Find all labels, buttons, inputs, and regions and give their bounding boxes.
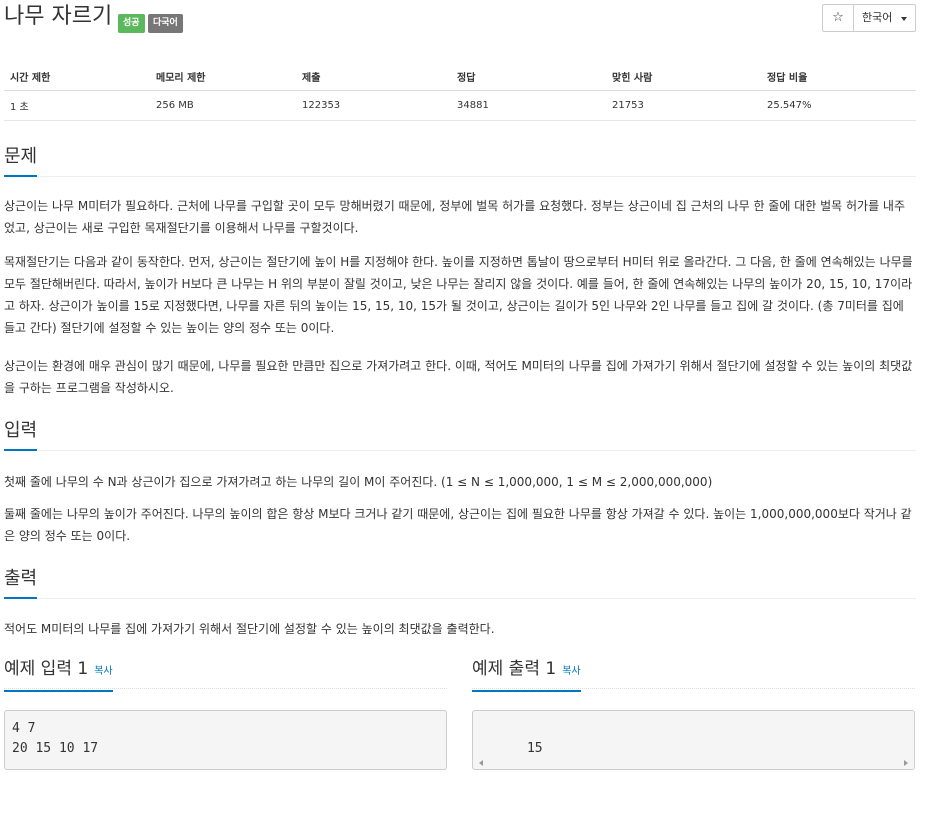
favorite-button[interactable]: ☆ [822, 4, 854, 32]
star-icon: ☆ [832, 10, 844, 25]
sample-output-panel: 예제 출력 1 복사 15 [472, 650, 915, 770]
info-header-row: 시간 제한 메모리 제한 제출 정답 맞힌 사람 정답 비율 [4, 62, 916, 91]
sample-input-code[interactable]: 4 7 20 15 10 17 [4, 710, 447, 770]
scroll-right-icon[interactable] [904, 760, 908, 766]
problem-info-table: 시간 제한 메모리 제한 제출 정답 맞힌 사람 정답 비율 1 초 256 M… [4, 62, 916, 121]
info-header: 시간 제한 [4, 62, 150, 91]
caret-down-icon [901, 17, 907, 21]
sample-title-text: 예제 입력 1 [4, 659, 89, 679]
output-paragraph: 적어도 M미터의 나무를 집에 가져가기 위해서 절단기에 설정할 수 있는 높… [4, 622, 495, 636]
section-header: 출력 [4, 564, 916, 599]
multilang-badge[interactable]: 다국어 [148, 14, 183, 33]
info-value-row: 1 초 256 MB 122353 34881 21753 25.547% [4, 90, 916, 121]
language-select[interactable]: 한국어 [854, 4, 916, 32]
info-header: 맞힌 사람 [606, 62, 761, 91]
info-header: 메모리 제한 [150, 62, 296, 91]
info-header: 정답 [451, 62, 606, 91]
copy-button[interactable]: 복사 [94, 666, 112, 677]
info-value-link[interactable]: 122353 [296, 90, 451, 121]
sample-title: 예제 입력 1 복사 [4, 656, 113, 692]
page-title: 나무 자르기 [4, 4, 113, 29]
input-paragraph: 첫째 줄에 나무의 수 N과 상근이가 집으로 가져가려고 하는 나무의 길이 … [4, 475, 713, 489]
sample-header: 예제 출력 1 복사 [472, 650, 915, 692]
info-header: 정답 비율 [761, 62, 916, 91]
info-value-link[interactable]: 21753 [606, 90, 761, 121]
sample-title: 예제 출력 1 복사 [472, 656, 581, 692]
section-title: 입력 [4, 416, 38, 451]
copy-button[interactable]: 복사 [562, 666, 580, 677]
info-value: 1 초 [4, 90, 150, 121]
info-value: 256 MB [150, 90, 296, 121]
sample-header: 예제 입력 1 복사 [4, 650, 447, 692]
input-section: 입력 [4, 416, 916, 451]
info-header: 제출 [296, 62, 451, 91]
problem-paragraph: 목재절단기는 다음과 같이 동작한다. 먼저, 상근이는 절단기에 높이 H를 … [4, 255, 913, 335]
sample-output-code[interactable]: 15 [472, 710, 915, 770]
section-title: 출력 [4, 564, 38, 599]
language-label: 한국어 [862, 11, 893, 24]
sample-output-text: 15 [526, 741, 543, 756]
scroll-left-icon[interactable] [479, 760, 483, 766]
horizontal-scrollbar[interactable] [473, 757, 914, 769]
section-title: 문제 [4, 142, 38, 177]
problem-section: 문제 [4, 142, 916, 177]
problem-paragraph: 상근이는 환경에 매우 관심이 많기 때문에, 나무를 필요한 만큼만 집으로 … [4, 359, 913, 395]
status-badge: 성공 [118, 14, 145, 33]
sample-title-text: 예제 출력 1 [472, 659, 557, 679]
info-value: 25.547% [761, 90, 916, 121]
output-section: 출력 [4, 564, 916, 599]
section-header: 입력 [4, 416, 916, 451]
problem-paragraph: 상근이는 나무 M미터가 필요하다. 근처에 나무를 구입할 곳이 모두 망해버… [4, 199, 906, 235]
info-value-link[interactable]: 34881 [451, 90, 606, 121]
sample-input-panel: 예제 입력 1 복사 4 7 20 15 10 17 [4, 650, 447, 770]
section-header: 문제 [4, 142, 916, 177]
input-paragraph: 둘째 줄에는 나무의 높이가 주어진다. 나무의 높이의 합은 항상 M보다 크… [4, 507, 912, 543]
title-row: 나무 자르기 성공 다국어 ☆ 한국어 [4, 2, 916, 36]
